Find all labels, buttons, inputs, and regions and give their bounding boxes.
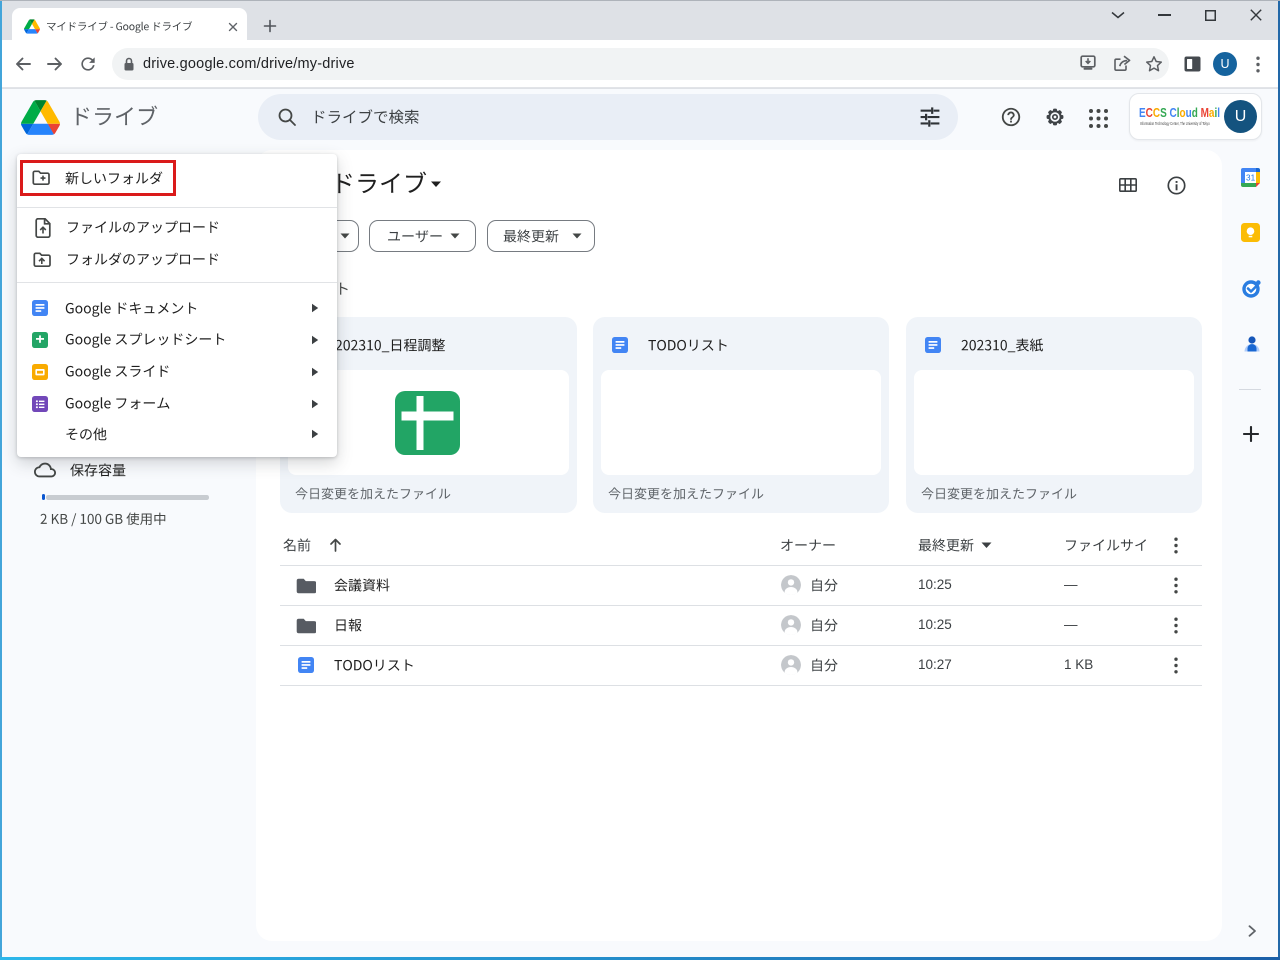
svg-text:31: 31	[1246, 174, 1256, 183]
